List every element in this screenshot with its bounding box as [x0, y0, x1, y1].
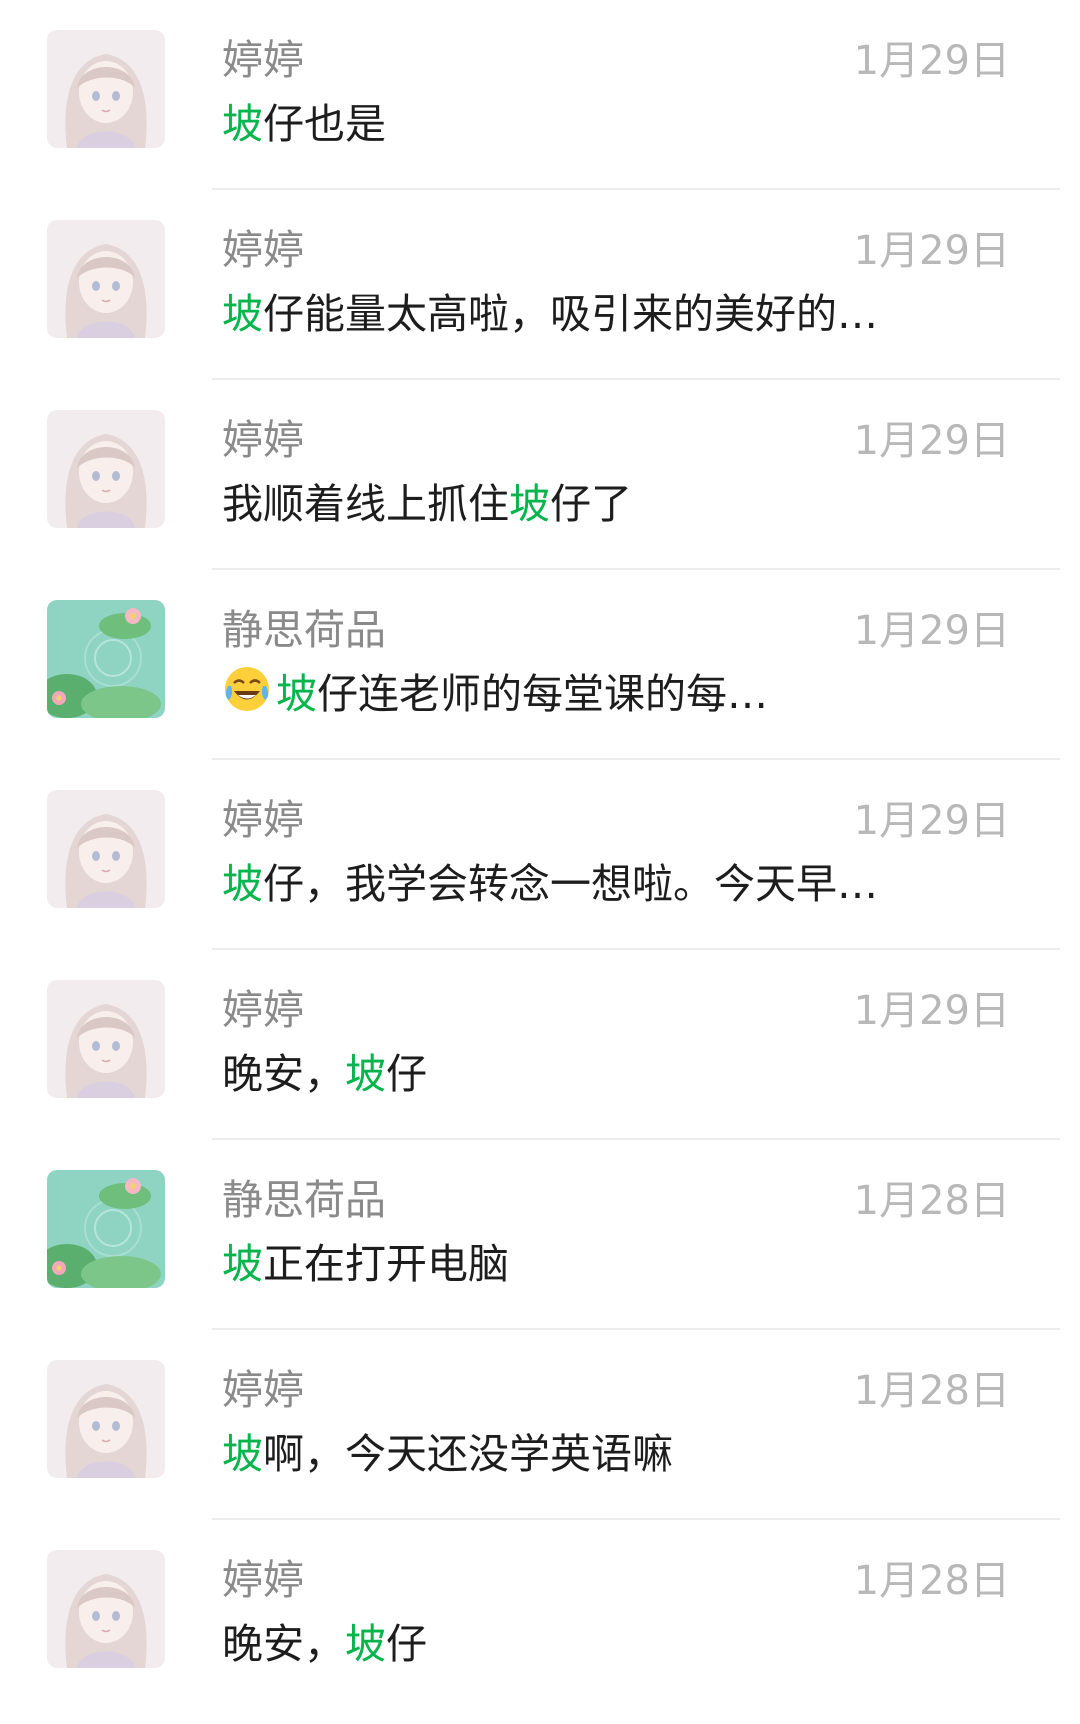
snippet-text-before: 我顺着线上抓住 — [222, 480, 509, 528]
search-highlight: 坡 — [222, 290, 263, 338]
search-highlight: 坡 — [222, 1430, 263, 1478]
message-snippet: 坡仔，我学会转念一想啦。今天早… — [222, 850, 878, 910]
anime-girl-avatar-icon — [47, 1360, 165, 1478]
tears-of-joy-emoji-icon — [225, 667, 269, 711]
sender-name: 婷婷 — [222, 416, 304, 464]
message-snippet: 坡仔也是 — [222, 90, 386, 150]
anime-girl-avatar-icon — [47, 30, 165, 148]
search-highlight: 坡 — [222, 100, 263, 148]
chat-result-row[interactable]: 婷婷 1月28日 晚安，坡仔 — [0, 1520, 1080, 1710]
chat-result-row[interactable]: 婷婷 1月29日 晚安，坡仔 — [0, 950, 1080, 1140]
message-date: 1月29日 — [853, 988, 1010, 1034]
sender-name: 婷婷 — [222, 1366, 304, 1414]
avatar[interactable] — [47, 1360, 165, 1478]
message-date: 1月29日 — [853, 418, 1010, 464]
snippet-text-before: 晚安， — [222, 1050, 345, 1098]
avatar[interactable] — [47, 410, 165, 528]
message-snippet: 坡仔连老师的每堂课的每… — [222, 660, 768, 720]
chat-result-row[interactable]: 静思荷品 1月29日 坡仔连老师的每堂课的每… — [0, 570, 1080, 760]
chat-result-row[interactable]: 婷婷 1月29日 坡仔能量太高啦，吸引来的美好的… — [0, 190, 1080, 380]
avatar[interactable] — [47, 1550, 165, 1668]
sender-name: 婷婷 — [222, 226, 304, 274]
anime-girl-avatar-icon — [47, 220, 165, 338]
chat-result-row[interactable]: 婷婷 1月28日 坡啊，今天还没学英语嘛 — [0, 1330, 1080, 1520]
message-date: 1月29日 — [853, 228, 1010, 274]
snippet-text-after: 啊，今天还没学英语嘛 — [263, 1430, 673, 1478]
sender-name: 婷婷 — [222, 986, 304, 1034]
message-snippet: 我顺着线上抓住坡仔了 — [222, 470, 632, 530]
avatar[interactable] — [47, 600, 165, 718]
message-date: 1月29日 — [853, 798, 1010, 844]
search-highlight: 坡 — [276, 670, 317, 718]
sender-name: 婷婷 — [222, 796, 304, 844]
search-highlight: 坡 — [345, 1050, 386, 1098]
chat-result-row[interactable]: 婷婷 1月29日 坡仔，我学会转念一想啦。今天早… — [0, 760, 1080, 950]
avatar[interactable] — [47, 1170, 165, 1288]
avatar[interactable] — [47, 790, 165, 908]
message-snippet: 坡正在打开电脑 — [222, 1230, 509, 1290]
chat-result-row[interactable]: 静思荷品 1月28日 坡正在打开电脑 — [0, 1140, 1080, 1330]
snippet-text-after: 仔能量太高啦，吸引来的美好的… — [263, 290, 878, 338]
message-snippet: 坡啊，今天还没学英语嘛 — [222, 1420, 673, 1480]
message-snippet: 晚安，坡仔 — [222, 1040, 427, 1100]
search-highlight: 坡 — [345, 1620, 386, 1668]
message-date: 1月28日 — [853, 1178, 1010, 1224]
message-date: 1月29日 — [853, 608, 1010, 654]
snippet-text-after: 仔也是 — [263, 100, 386, 148]
message-date: 1月28日 — [853, 1368, 1010, 1414]
message-date: 1月28日 — [853, 1558, 1010, 1604]
chat-result-row[interactable]: 婷婷 1月29日 坡仔也是 — [0, 0, 1080, 190]
sender-name: 静思荷品 — [222, 606, 386, 654]
lotus-pond-avatar-icon — [47, 600, 165, 718]
anime-girl-avatar-icon — [47, 410, 165, 528]
anime-girl-avatar-icon — [47, 980, 165, 1098]
search-highlight: 坡 — [222, 1240, 263, 1288]
avatar[interactable] — [47, 220, 165, 338]
message-snippet: 晚安，坡仔 — [222, 1610, 427, 1670]
snippet-text-before: 晚安， — [222, 1620, 345, 1668]
anime-girl-avatar-icon — [47, 790, 165, 908]
search-highlight: 坡 — [222, 860, 263, 908]
snippet-text-after: 仔，我学会转念一想啦。今天早… — [263, 860, 878, 908]
chat-search-results: 婷婷 1月29日 坡仔也是 婷婷 1月29日 坡仔能量太高啦，吸引来的美好的… — [0, 0, 1080, 1724]
avatar[interactable] — [47, 30, 165, 148]
lotus-pond-avatar-icon — [47, 1170, 165, 1288]
search-highlight: 坡 — [509, 480, 550, 528]
snippet-text-after: 正在打开电脑 — [263, 1240, 509, 1288]
snippet-text-after: 仔连老师的每堂课的每… — [317, 670, 768, 718]
snippet-text-after: 仔了 — [550, 480, 632, 528]
sender-name: 婷婷 — [222, 1556, 304, 1604]
chat-result-row[interactable]: 婷婷 1月29日 我顺着线上抓住坡仔了 — [0, 380, 1080, 570]
message-snippet: 坡仔能量太高啦，吸引来的美好的… — [222, 280, 878, 340]
sender-name: 婷婷 — [222, 36, 304, 84]
avatar[interactable] — [47, 980, 165, 1098]
anime-girl-avatar-icon — [47, 1550, 165, 1668]
message-date: 1月29日 — [853, 38, 1010, 84]
snippet-text-after: 仔 — [386, 1620, 427, 1668]
snippet-text-after: 仔 — [386, 1050, 427, 1098]
sender-name: 静思荷品 — [222, 1176, 386, 1224]
